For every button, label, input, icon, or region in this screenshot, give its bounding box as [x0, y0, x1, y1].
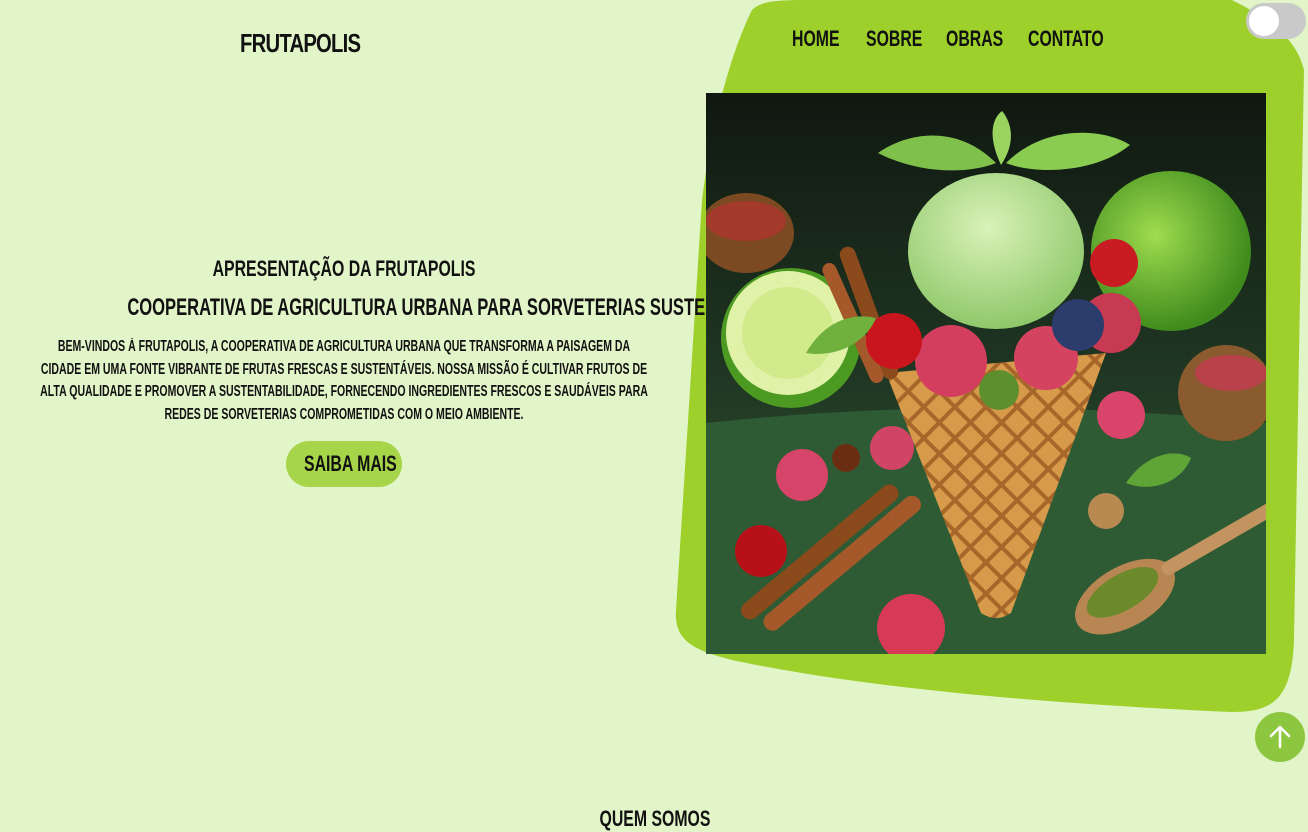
saiba-mais-label: SAIBA MAIS: [304, 451, 397, 476]
hero-description: BEM-VINDOS À FRUTAPOLIS, A COOPERATIVA D…: [40, 338, 648, 423]
ice-cream-cone-illustration: [706, 93, 1266, 654]
quem-somos-heading: QUEM SOMOS: [599, 806, 711, 831]
brand-logo[interactable]: FRUTAPOLIS: [240, 28, 361, 59]
brand-logo-part2: POLIS: [303, 28, 361, 58]
hero-section: APRESENTAÇÃO DA FRUTAPOLIS COOPERATIVA D…: [30, 256, 777, 426]
theme-toggle-switch[interactable]: [1246, 3, 1306, 39]
hero-title-brand: FRUTAPOLIS: [375, 256, 476, 281]
brand-logo-part1: FRUTA: [240, 28, 304, 58]
toggle-knob: [1249, 6, 1279, 36]
nav-link-home[interactable]: HOME: [792, 26, 840, 52]
arrow-up-icon: [1269, 725, 1291, 749]
hero-subtitle: COOPERATIVA DE AGRICULTURA URBANA PARA S…: [127, 294, 777, 321]
saiba-mais-button[interactable]: SAIBA MAIS: [286, 441, 402, 487]
nav-link-contato[interactable]: CONTATO: [1028, 26, 1104, 52]
hero-title: APRESENTAÇÃO DA FRUTAPOLIS: [118, 256, 570, 282]
hero-title-prefix: APRESENTAÇÃO DA: [212, 256, 376, 281]
hero-ice-cream-image: [706, 93, 1266, 654]
nav-link-sobre[interactable]: SOBRE: [866, 26, 922, 52]
scroll-to-top-button[interactable]: [1255, 712, 1305, 762]
nav-link-obras[interactable]: OBRAS: [946, 26, 1003, 52]
